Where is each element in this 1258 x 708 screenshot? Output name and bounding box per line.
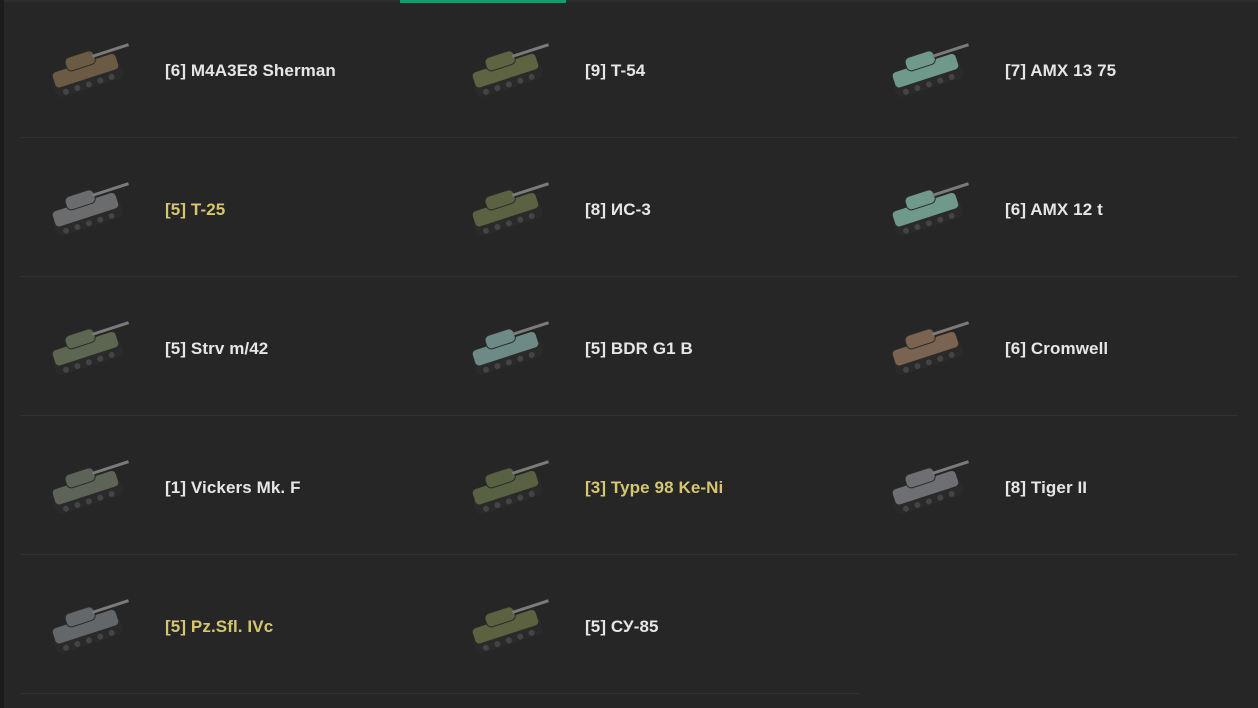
vehicle-item[interactable]: [5] СУ-85 [440,558,860,697]
vehicle-item[interactable]: [8] Tiger II [860,419,1258,558]
vehicle-item[interactable]: [7] AMX 13 75 [860,2,1258,141]
tank-icon [440,419,576,558]
vehicle-name: [5] BDR G1 B [585,339,693,358]
row-divider [20,276,1238,277]
vehicle-item[interactable]: [5] Pz.Sfl. IVc [20,558,440,697]
vehicle-name: [5] СУ-85 [585,617,659,636]
tank-icon [440,141,576,280]
vehicle-name: [3] Type 98 Ke-Ni [585,478,724,497]
row-divider [20,554,1238,555]
vehicle-name: [8] Tiger II [1005,478,1088,497]
tank-icon [860,2,996,141]
row-divider [20,415,1238,416]
vehicle-item[interactable]: [6] Cromwell [860,280,1258,419]
vehicle-name: [5] T-25 [165,200,226,219]
vehicle-item[interactable]: [8] ИС-3 [440,141,860,280]
row-divider [20,137,1238,138]
tank-icon [20,280,156,419]
vehicle-item[interactable]: [3] Type 98 Ke-Ni [440,419,860,558]
tank-icon [860,280,996,419]
vehicle-name: [5] Pz.Sfl. IVc [165,617,274,636]
tank-icon [20,419,156,558]
tank-icon [20,558,156,697]
vehicle-item[interactable]: [6] M4A3E8 Sherman [20,2,440,141]
vehicle-item[interactable]: [6] AMX 12 t [860,141,1258,280]
vehicle-name: [8] ИС-3 [585,200,651,219]
vehicle-item[interactable]: [5] Strv m/42 [20,280,440,419]
vehicle-item[interactable]: [1] Vickers Mk. F [20,419,440,558]
tank-icon [440,558,576,697]
tank-icon [860,419,996,558]
vehicle-name: [6] Cromwell [1005,339,1109,358]
vehicle-item[interactable]: [5] T-25 [20,141,440,280]
row-divider [20,693,860,694]
panel-left-border [0,0,4,708]
tank-icon [860,141,996,280]
vehicle-name: [5] Strv m/42 [165,339,269,358]
tank-icon [20,2,156,141]
vehicle-name: [6] AMX 12 t [1005,200,1103,219]
vehicle-name: [7] AMX 13 75 [1005,61,1117,80]
vehicle-list-panel: [6] M4A3E8 Sherman [9] T-54 [7] AMX 13 75 [… [0,0,1258,708]
vehicle-name: [9] T-54 [585,61,646,80]
tank-icon [20,141,156,280]
vehicle-name: [1] Vickers Mk. F [165,478,301,497]
vehicle-name: [6] M4A3E8 Sherman [165,61,336,80]
vehicle-item[interactable]: [9] T-54 [440,2,860,141]
vehicle-item[interactable]: [5] BDR G1 B [440,280,860,419]
tank-icon [440,2,576,141]
tank-icon [440,280,576,419]
